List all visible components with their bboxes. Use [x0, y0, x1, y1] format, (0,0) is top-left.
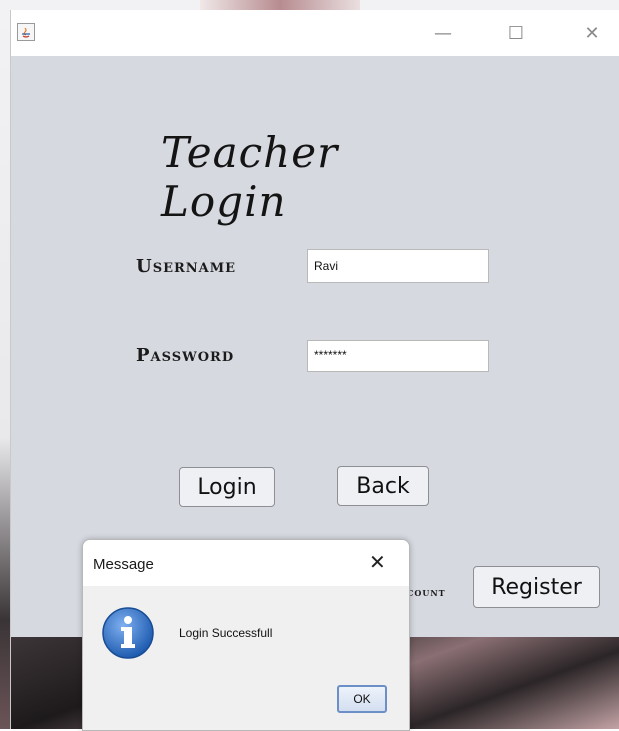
dialog-title: Message	[93, 556, 154, 573]
info-icon	[102, 607, 154, 659]
password-label: Password	[136, 345, 235, 366]
java-app-icon	[17, 23, 35, 41]
page-title: Teacher Login	[161, 128, 339, 226]
dialog-titlebar[interactable]: Message ✕	[83, 540, 409, 586]
wallpaper-strip	[200, 0, 360, 10]
back-button[interactable]: Back	[337, 466, 429, 506]
message-dialog: Message ✕ Login Successfull OK	[82, 539, 410, 731]
window-titlebar[interactable]: — ☐ ✕	[11, 10, 619, 56]
password-field[interactable]: *******	[307, 340, 489, 372]
register-button[interactable]: Register	[473, 566, 600, 608]
account-label: count	[407, 585, 446, 599]
username-label: Username	[136, 256, 237, 277]
ok-button[interactable]: OK	[337, 685, 387, 713]
login-button[interactable]: Login	[179, 467, 275, 507]
maximize-button[interactable]: ☐	[501, 20, 531, 46]
username-field[interactable]: Ravi	[307, 249, 489, 283]
minimize-button[interactable]: —	[428, 20, 458, 46]
dialog-close-button[interactable]: ✕	[369, 550, 386, 574]
dialog-message: Login Successfull	[179, 626, 273, 640]
close-button[interactable]: ✕	[577, 20, 607, 46]
